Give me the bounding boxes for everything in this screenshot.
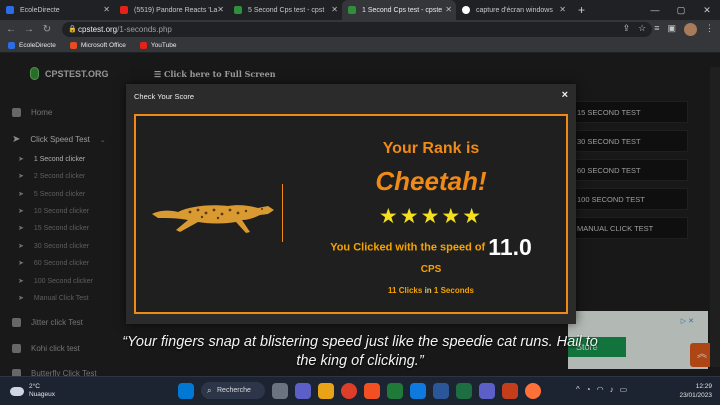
- chevron-up-icon[interactable]: ^: [576, 385, 580, 394]
- ecoledirecte-icon: [8, 42, 15, 49]
- wifi-icon[interactable]: ◠: [597, 385, 604, 394]
- url-path: /1-seconds.php: [117, 25, 172, 34]
- tab-label: 1 Second Cps test - cpste: [362, 6, 443, 14]
- tab-capture-ecran[interactable]: capture d'écran windows ✕: [456, 0, 570, 20]
- close-tab-icon[interactable]: ✕: [103, 5, 110, 14]
- clock-date: 23/01/2023: [679, 392, 712, 399]
- new-tab-plus-icon[interactable]: +: [578, 3, 585, 17]
- teams-icon[interactable]: [295, 382, 311, 399]
- cheetah-icon: [152, 205, 274, 233]
- bookmarks-bar: EcoleDirecte Microsoft Office YouTube: [0, 39, 720, 53]
- clicks-word: Clicks: [398, 286, 423, 295]
- quote-text: “Your fingers snap at blistering speed j…: [122, 334, 598, 369]
- windows-start-icon[interactable]: [178, 382, 194, 399]
- bookmark-label: EcoleDirecte: [19, 42, 56, 49]
- speed-text: You Clicked with the speed of: [330, 241, 486, 254]
- temperature: 2°C: [29, 383, 40, 390]
- cps-unit: CPS: [420, 264, 442, 275]
- system-tray: ^ ◔ ◠ ♪ ▭: [576, 385, 627, 394]
- clock-time: 12:29: [695, 383, 712, 390]
- tab-search-icon[interactable]: ≡: [654, 23, 659, 36]
- minimize-icon[interactable]: —: [642, 0, 668, 20]
- tab-ecoledirecte[interactable]: EcoleDirecte ✕: [0, 0, 114, 20]
- tab-label: EcoleDirecte: [20, 6, 60, 14]
- back-arrow-icon[interactable]: ←: [4, 24, 18, 35]
- excel-icon[interactable]: [456, 382, 472, 399]
- speed-value: 11.0: [488, 234, 532, 260]
- taskbar-clock[interactable]: 12:29 23/01/2023: [679, 382, 712, 400]
- modal-title: Check Your Score: [134, 92, 195, 101]
- network-icon[interactable]: ◔: [586, 385, 591, 394]
- close-tab-icon[interactable]: ✕: [445, 5, 452, 14]
- bookmark-label: YouTube: [150, 42, 177, 49]
- powerpoint-icon[interactable]: [502, 382, 518, 399]
- rank-label: Your Rank is: [382, 140, 480, 157]
- brave-icon[interactable]: [364, 382, 380, 399]
- teams-chat-icon[interactable]: [479, 382, 495, 399]
- ecoledirecte-favicon-icon: [6, 6, 14, 14]
- taskbar-search[interactable]: Recherche: [201, 382, 265, 399]
- in-word: in: [424, 286, 432, 295]
- cloud-icon: [10, 386, 24, 396]
- youtube-icon: [139, 42, 147, 49]
- rank-animal: Cheetah!: [375, 166, 487, 196]
- url-bar[interactable]: 🔒 cpstest.org/1-seconds.php: [62, 22, 652, 37]
- office-icon: [69, 42, 77, 49]
- google-favicon-icon: [462, 6, 470, 14]
- bookmark-youtube[interactable]: YouTube: [139, 42, 177, 49]
- file-explorer-icon[interactable]: [318, 382, 334, 399]
- bookmark-ecoledirecte[interactable]: EcoleDirecte: [8, 42, 56, 49]
- speed-line: You Clicked with the speed of 11.0: [296, 234, 566, 261]
- modal-close-button[interactable]: ×: [562, 89, 568, 101]
- windows-taskbar: 2°CNuageux Recherche ^ ◔ ◠ ♪ ▭ 12:29: [0, 376, 720, 405]
- bookmark-star-icon[interactable]: ☆: [638, 23, 646, 36]
- tab-1-second-cps[interactable]: 1 Second Cps test - cpste ✕: [342, 0, 456, 20]
- browser-tab-bar: EcoleDirecte ✕ (5519) Pandore Reacts 'La…: [0, 0, 720, 20]
- seconds-word: Seconds: [440, 286, 474, 295]
- clicks-count: 11: [388, 286, 397, 295]
- menu-dots-icon[interactable]: ⋮: [705, 23, 714, 36]
- url-domain: cpstest.org: [78, 25, 118, 34]
- rating-stars-icon: ★★★★★: [378, 205, 484, 228]
- battery-icon[interactable]: ▭: [620, 385, 628, 394]
- close-tab-icon[interactable]: ✕: [331, 5, 338, 14]
- result-panel: Your Rank is Cheetah! ★★★★★ You Clicked …: [134, 114, 568, 314]
- divider-line: [282, 184, 283, 242]
- tab-label: 5 Second Cps test - cpst: [248, 6, 325, 14]
- address-toolbar: ← → ↻ 🔒 cpstest.org/1-seconds.php ⇪ ☆ ≡ …: [0, 20, 720, 39]
- score-modal: Check Your Score × Your Rank is Cheetah!…: [126, 84, 576, 324]
- close-tab-icon[interactable]: ✕: [559, 5, 566, 14]
- lock-icon: 🔒: [68, 26, 77, 33]
- profile-avatar[interactable]: [684, 23, 697, 36]
- maximize-icon[interactable]: ▢: [668, 0, 694, 20]
- task-view-icon[interactable]: [272, 382, 288, 399]
- edge-icon[interactable]: [410, 382, 426, 399]
- volume-icon[interactable]: ♪: [610, 385, 614, 394]
- store-icon[interactable]: [387, 382, 403, 399]
- tab-label: capture d'écran windows: [476, 6, 553, 14]
- tab-youtube[interactable]: (5519) Pandore Reacts 'La ✕: [114, 0, 228, 20]
- share-icon[interactable]: ⇪: [623, 23, 631, 36]
- bookmark-label: Microsoft Office: [80, 42, 126, 49]
- bookmark-microsoft-office[interactable]: Microsoft Office: [69, 42, 126, 49]
- tab-5-second-cps[interactable]: 5 Second Cps test - cpst ✕: [228, 0, 342, 20]
- cpstest-favicon-icon: [234, 6, 242, 14]
- tab-label: (5519) Pandore Reacts 'La: [134, 6, 218, 14]
- weather-widget[interactable]: 2°C Nuageux: [10, 383, 55, 399]
- close-tab-icon[interactable]: ✕: [217, 5, 224, 14]
- close-window-icon[interactable]: ✕: [694, 0, 720, 20]
- chrome-icon[interactable]: [341, 382, 357, 399]
- forward-arrow-icon[interactable]: →: [22, 24, 36, 35]
- cpstest-favicon-icon: [348, 6, 356, 14]
- reload-icon[interactable]: ↻: [40, 24, 54, 35]
- search-label: Recherche: [217, 387, 251, 394]
- youtube-favicon-icon: [120, 6, 128, 14]
- clicks-summary: 11 Clicks in 1 Seconds: [296, 286, 566, 295]
- firefox-icon[interactable]: [525, 382, 541, 399]
- seconds-count: 1: [433, 286, 439, 295]
- weather-text: Nuageux: [29, 391, 56, 398]
- word-icon[interactable]: [433, 382, 449, 399]
- side-panel-icon[interactable]: ▣: [667, 23, 676, 36]
